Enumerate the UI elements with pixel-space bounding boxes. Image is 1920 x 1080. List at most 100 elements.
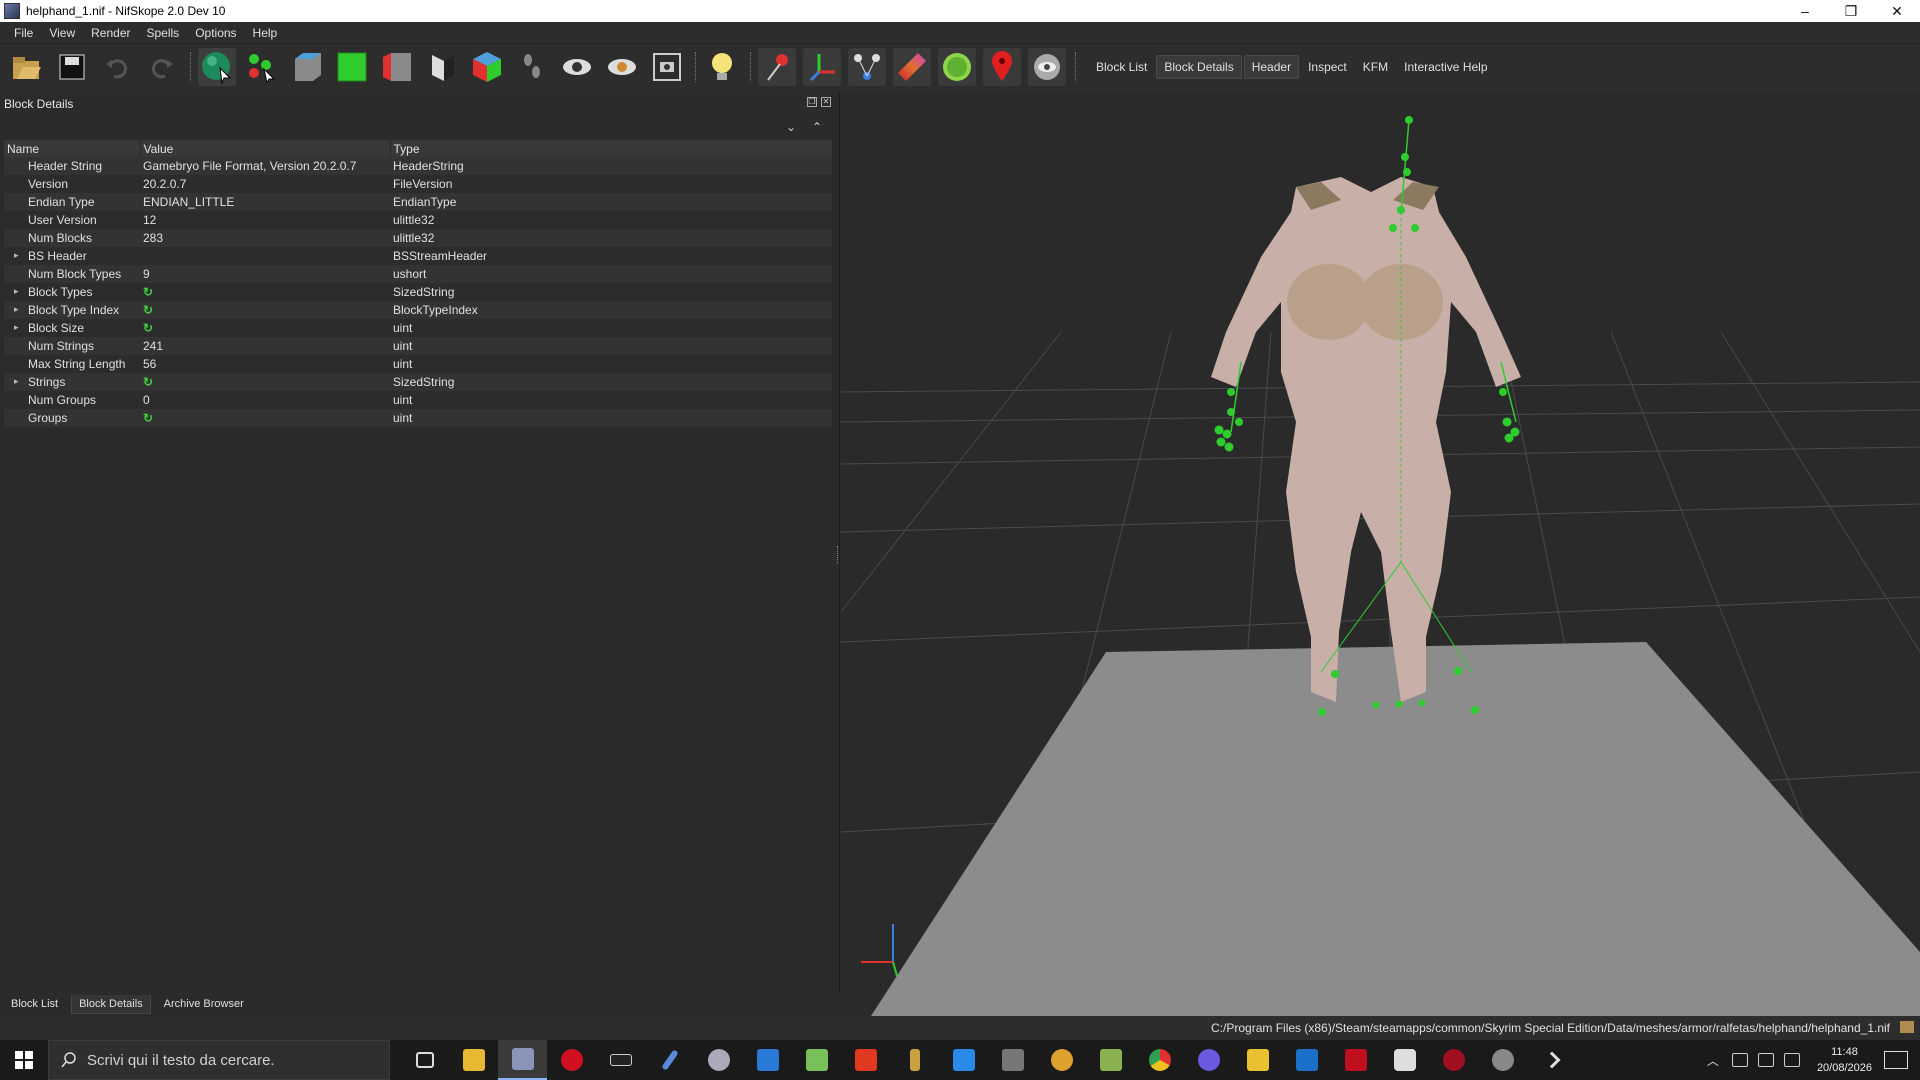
table-row[interactable]: Num Block Types 9 ushort [4, 265, 832, 283]
view-top-button[interactable] [288, 48, 326, 86]
footsteps-button[interactable] [513, 48, 551, 86]
red-circle-app-button[interactable] [1429, 1040, 1478, 1080]
menu-spells[interactable]: Spells [139, 22, 188, 44]
table-row[interactable]: ▸ Block Types ↻ SizedString [4, 283, 832, 301]
render-viewport[interactable] [841, 92, 1920, 1016]
panel-splitter[interactable] [837, 546, 839, 564]
table-row[interactable]: Max String Length 56 uint [4, 355, 832, 373]
link-block-details[interactable]: Block Details [1156, 55, 1242, 79]
column-value[interactable]: Value [140, 140, 391, 157]
row-value-cell[interactable]: ↻ [140, 301, 390, 319]
nodes-button[interactable] [848, 48, 886, 86]
expand-arrow-icon[interactable]: ▸ [14, 376, 19, 387]
row-value-cell[interactable]: 12 [140, 211, 390, 229]
notepad-button[interactable] [792, 1040, 841, 1080]
menu-help[interactable]: Help [245, 22, 286, 44]
menu-view[interactable]: View [41, 22, 83, 44]
map-app-button[interactable] [1086, 1040, 1135, 1080]
window-app-button[interactable] [743, 1040, 792, 1080]
close-button[interactable]: ✕ [1874, 0, 1920, 22]
row-name-cell[interactable]: ▸ Block Types [4, 283, 140, 301]
lighting-button[interactable] [703, 48, 741, 86]
table-row[interactable]: Header String Gamebryo File Format, Versi… [4, 157, 832, 175]
tab-block-list[interactable]: Block List [4, 995, 65, 1013]
row-value-cell[interactable]: ↻ [140, 283, 390, 301]
table-row[interactable]: Version 20.2.0.7 FileVersion [4, 175, 832, 193]
float-panel-icon[interactable]: ❐ [807, 97, 817, 107]
arrow-app-button[interactable] [890, 1040, 939, 1080]
axes-button[interactable] [803, 48, 841, 86]
array-refresh-icon[interactable]: ↻ [143, 375, 153, 389]
green-disc-button[interactable] [938, 48, 976, 86]
row-name-cell[interactable]: Num Blocks [4, 229, 140, 247]
undo-button[interactable] [98, 48, 136, 86]
opera-button[interactable] [547, 1040, 596, 1080]
nifskope-taskbar-button[interactable] [498, 1040, 547, 1080]
array-refresh-icon[interactable]: ↻ [143, 411, 153, 425]
row-name-cell[interactable]: Max String Length [4, 355, 140, 373]
array-refresh-icon[interactable]: ↻ [143, 303, 153, 317]
circle-app-button[interactable] [694, 1040, 743, 1080]
volume-icon[interactable] [1783, 1053, 1800, 1067]
menu-render[interactable]: Render [83, 22, 138, 44]
row-name-cell[interactable]: Header String [4, 157, 140, 175]
save-button[interactable] [53, 48, 91, 86]
file-explorer-button[interactable] [449, 1040, 498, 1080]
row-value-cell[interactable]: ↻ [140, 409, 390, 427]
pen-tool-button[interactable] [645, 1040, 694, 1080]
expand-arrow-icon[interactable]: ▸ [14, 250, 19, 261]
minimize-button[interactable]: – [1782, 0, 1828, 22]
restore-button[interactable]: ❐ [1828, 0, 1874, 22]
tray-app-icon[interactable] [1731, 1053, 1748, 1067]
table-row[interactable]: ▸ Strings ↻ SizedString [4, 373, 832, 391]
link-header[interactable]: Header [1243, 55, 1300, 79]
row-value-cell[interactable]: 241 [140, 337, 390, 355]
screenshot-button[interactable] [648, 48, 686, 86]
row-value-cell[interactable]: ↻ [140, 373, 390, 391]
link-kfm[interactable]: KFM [1356, 56, 1395, 78]
eye-button[interactable] [558, 48, 596, 86]
table-row[interactable]: Endian Type ENDIAN_LITTLE EndianType [4, 193, 832, 211]
chart-app-button[interactable] [988, 1040, 1037, 1080]
link-interactive-help[interactable]: Interactive Help [1397, 56, 1494, 78]
chevron-app-button[interactable] [1527, 1040, 1576, 1080]
table-row[interactable]: Num Blocks 283 ulittle32 [4, 229, 832, 247]
row-name-cell[interactable]: Endian Type [4, 193, 140, 211]
red-app-button[interactable] [1331, 1040, 1380, 1080]
select-object-button[interactable] [198, 48, 236, 86]
marker-button[interactable] [983, 48, 1021, 86]
row-name-cell[interactable]: User Version [4, 211, 140, 229]
tray-expand-icon[interactable]: ︿ [1707, 1052, 1719, 1069]
menu-options[interactable]: Options [187, 22, 244, 44]
row-name-cell[interactable]: ▸ Block Size [4, 319, 140, 337]
table-row[interactable]: ▸ Block Type Index ↻ BlockTypeIndex [4, 301, 832, 319]
red-f-app-button[interactable] [841, 1040, 890, 1080]
row-value-cell[interactable] [140, 247, 390, 265]
select-vertex-button[interactable] [243, 48, 281, 86]
view-front-button[interactable] [333, 48, 371, 86]
redo-button[interactable] [143, 48, 181, 86]
column-type[interactable]: Type [390, 140, 833, 157]
menu-file[interactable]: File [6, 22, 41, 44]
chrome-button[interactable] [1135, 1040, 1184, 1080]
messenger-button[interactable] [1184, 1040, 1233, 1080]
blue-app-button[interactable] [1282, 1040, 1331, 1080]
tab-block-details[interactable]: Block Details [71, 994, 151, 1014]
array-refresh-icon[interactable]: ↻ [143, 285, 153, 299]
row-name-cell[interactable]: Num Block Types [4, 265, 140, 283]
gear-app-button[interactable] [1380, 1040, 1429, 1080]
row-name-cell[interactable]: Version [4, 175, 140, 193]
table-row[interactable]: ▸ Block Size ↻ uint [4, 319, 832, 337]
link-block-list[interactable]: Block List [1089, 56, 1154, 78]
table-row[interactable]: Groups ↻ uint [4, 409, 832, 427]
table-row[interactable]: Num Strings 241 uint [4, 337, 832, 355]
network-icon[interactable] [1757, 1053, 1774, 1067]
chevron-up-icon[interactable]: ⌃ [812, 120, 822, 134]
terminal-button[interactable] [596, 1040, 645, 1080]
resize-grip-icon[interactable] [1900, 1021, 1914, 1033]
row-value-cell[interactable]: Gamebryo File Format, Version 20.2.0.7 [140, 157, 390, 175]
row-name-cell[interactable]: Num Strings [4, 337, 140, 355]
link-inspect[interactable]: Inspect [1301, 56, 1354, 78]
row-name-cell[interactable]: ▸ BS Header [4, 247, 140, 265]
open-button[interactable] [8, 48, 46, 86]
